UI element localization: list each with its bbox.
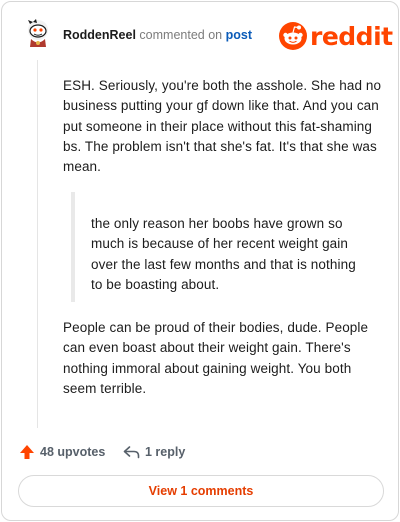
snoo-avatar-icon[interactable] (24, 18, 52, 48)
reply-count: 1 reply (145, 445, 186, 459)
thread-line[interactable] (37, 60, 38, 428)
reply-button[interactable]: 1 reply (123, 442, 185, 462)
upvote-button[interactable]: 48 upvotes (19, 442, 105, 462)
upvote-count: 48 upvotes (40, 445, 106, 459)
quote-bar (71, 192, 75, 302)
view-comments-button[interactable]: View 1 comments (18, 475, 384, 507)
post-link[interactable]: post (226, 28, 252, 42)
commented-on-text: commented on (139, 28, 223, 42)
reddit-wordmark: reddit (310, 21, 393, 51)
comment-header: RoddenReel commented on post (63, 27, 252, 43)
reply-arrow-icon (123, 446, 140, 459)
comment-paragraph-1: ESH. Seriously, you're both the asshole.… (63, 78, 382, 175)
blockquote-text: the only reason her boobs have grown so … (91, 216, 356, 292)
view-comments-label: View 1 comments (148, 484, 254, 498)
username-link[interactable]: RoddenReel (63, 28, 136, 42)
comment-card: RoddenReel commented on post reddit ESH.… (1, 1, 399, 521)
reddit-snoo-icon (279, 22, 307, 50)
upvote-arrow-icon[interactable] (19, 444, 35, 460)
comment-paragraph-2: People can be proud of their bodies, dud… (63, 320, 369, 396)
reddit-logo: reddit (279, 20, 393, 52)
